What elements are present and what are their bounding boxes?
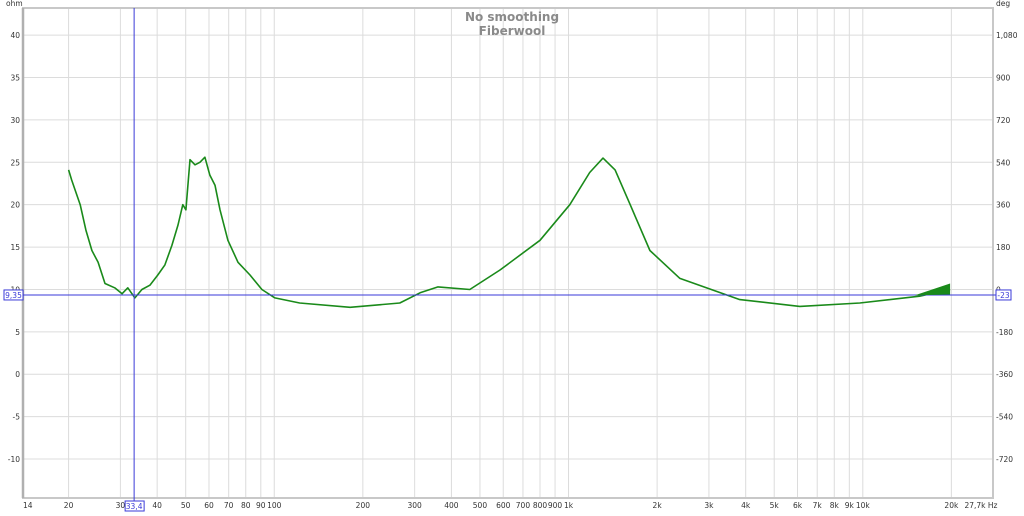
y-axis-unit: ohm bbox=[6, 0, 23, 8]
cursor-y2-label: -23 bbox=[997, 291, 1009, 300]
y-tick-label: -5 bbox=[13, 413, 21, 422]
x-tick-label: 800 bbox=[533, 501, 548, 510]
x-tick-label: 500 bbox=[473, 501, 488, 510]
x-tick-label: 5k bbox=[770, 501, 780, 510]
y2-tick-label: 720 bbox=[996, 116, 1011, 125]
y-tick-label: -10 bbox=[8, 455, 20, 464]
y-tick-label: 20 bbox=[10, 201, 20, 210]
x-tick-label: 6k bbox=[793, 501, 803, 510]
x-tick-label: 14 bbox=[23, 501, 33, 510]
x-tick-label: 900 bbox=[548, 501, 563, 510]
x-tick-label: 700 bbox=[516, 501, 531, 510]
x-tick-label: 27,7k Hz bbox=[964, 501, 997, 510]
x-tick-label: 40 bbox=[152, 501, 162, 510]
x-tick-label: 20k bbox=[944, 501, 959, 510]
x-tick-label: 300 bbox=[408, 501, 423, 510]
x-tick-label: 400 bbox=[444, 501, 459, 510]
x-tick-label: 600 bbox=[496, 501, 511, 510]
chart-subtitle: Fiberwool bbox=[479, 24, 546, 38]
impedance-chart: ohm deg No smoothing Fiberwool 14 20 30 40 5… bbox=[3, 0, 1018, 512]
x-tick-label: 2k bbox=[653, 501, 663, 510]
y2-tick-label: -720 bbox=[996, 455, 1013, 464]
x-tick-label: 8k bbox=[830, 501, 840, 510]
x-tick-label: 10k bbox=[856, 501, 871, 510]
y-tick-label: 40 bbox=[10, 31, 20, 40]
x-tick-label: 50 bbox=[181, 501, 191, 510]
y2-tick-label: 180 bbox=[996, 243, 1011, 252]
x-tick-label: 70 bbox=[224, 501, 234, 510]
cursor-x-label: 33,4 bbox=[126, 502, 143, 511]
y-tick-label: 0 bbox=[15, 370, 20, 379]
x-tick-label: 20 bbox=[64, 501, 74, 510]
x-tick-label: 30 bbox=[116, 501, 126, 510]
chart-title: No smoothing bbox=[465, 10, 559, 24]
x-tick-label: 90 bbox=[256, 501, 266, 510]
y2-axis-unit: deg bbox=[996, 0, 1010, 8]
y-tick-label: 35 bbox=[10, 74, 20, 83]
x-tick-label: 80 bbox=[241, 501, 251, 510]
y-tick-label: 25 bbox=[10, 158, 20, 167]
x-tick-label: 200 bbox=[356, 501, 371, 510]
x-tick-label: 9k bbox=[845, 501, 855, 510]
x-tick-label: 3k bbox=[704, 501, 714, 510]
cursor[interactable]: 33,4 9,35 -23 bbox=[3, 8, 1012, 512]
impedance-curve bbox=[67, 156, 951, 309]
y2-tick-label: 540 bbox=[996, 158, 1011, 167]
x-tick-label: 7k bbox=[813, 501, 823, 510]
y2-tick-label: -540 bbox=[996, 413, 1013, 422]
y2-tick-label: -360 bbox=[996, 370, 1013, 379]
y2-tick-label: 360 bbox=[996, 201, 1011, 210]
y2-tick-label: -180 bbox=[996, 328, 1013, 337]
y-tick-label: 5 bbox=[15, 328, 20, 337]
x-tick-label: 100 bbox=[267, 501, 282, 510]
y-tick-label: 30 bbox=[10, 116, 20, 125]
cursor-y-label: 9,35 bbox=[5, 291, 22, 300]
x-tick-label: 4k bbox=[741, 501, 751, 510]
y2-tick-label: 1,080 bbox=[996, 31, 1018, 40]
y-tick-label: 15 bbox=[10, 243, 20, 252]
x-tick-label: 1k bbox=[564, 501, 574, 510]
x-tick-label: 60 bbox=[204, 501, 214, 510]
y2-tick-label: 900 bbox=[996, 74, 1011, 83]
